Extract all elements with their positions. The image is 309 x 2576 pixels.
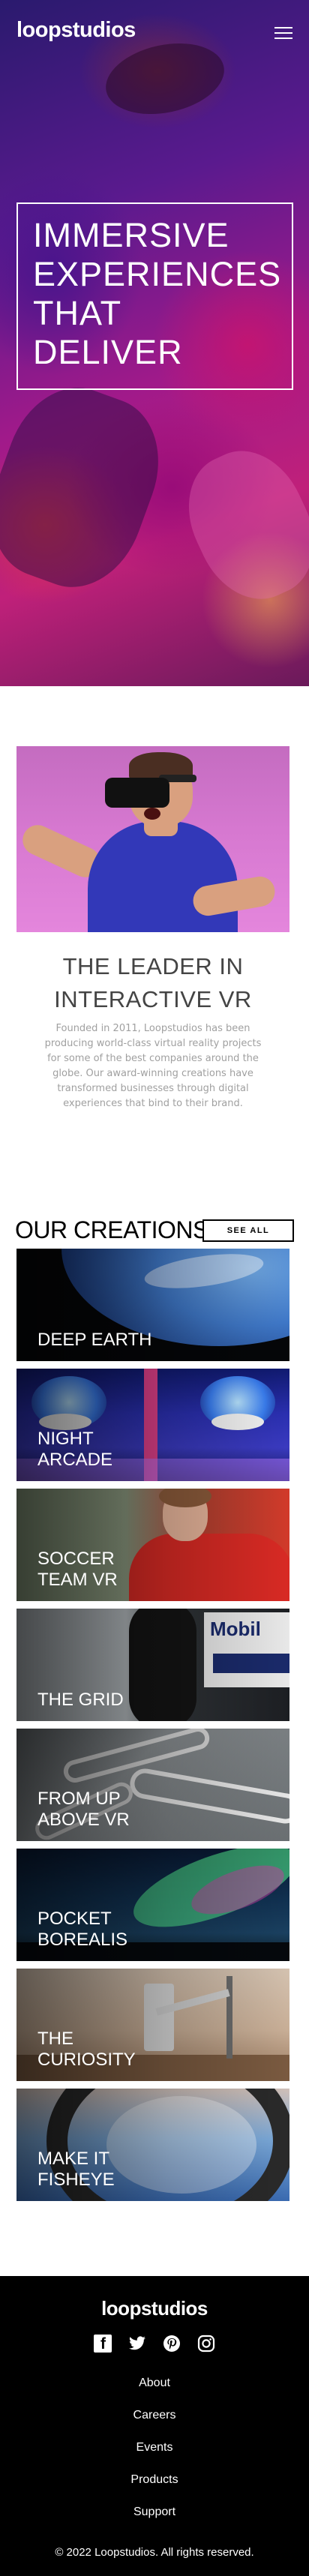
vr-user-image	[16, 746, 290, 932]
intro-text: Founded in 2011, Loopstudios has been pr…	[44, 1023, 262, 1109]
creation-card-label-line: TEAM VR	[38, 1570, 118, 1590]
creation-card-label-line: ABOVE VR	[38, 1810, 130, 1830]
footer: loopstudios About Careers Events Product…	[0, 2276, 309, 2576]
creation-card-soccer-team-vr[interactable]: SOCCER TEAM VR	[16, 1489, 290, 1601]
creation-card-night-arcade[interactable]: NIGHT ARCADE	[16, 1369, 290, 1481]
intro-title-line: THE LEADER IN	[62, 953, 244, 979]
see-all-button[interactable]: SEE ALL	[202, 1219, 294, 1242]
creation-card-label: POCKET BOREALIS	[38, 1909, 172, 1951]
footer-link-about[interactable]: About	[0, 2367, 309, 2399]
hero-title-box: IMMERSIVE EXPERIENCES THAT DELIVER	[16, 202, 293, 390]
creation-card-label: THE GRID	[38, 1690, 172, 1711]
hero-title-line: DELIVER	[33, 333, 183, 371]
logo[interactable]: loopstudios	[16, 18, 136, 43]
creation-card-label-line: THE	[38, 2029, 74, 2049]
hero-image-shape	[99, 33, 231, 124]
creation-card-label-line: POCKET	[38, 1909, 112, 1929]
creation-card-the-grid[interactable]: Mobil THE GRID	[16, 1609, 290, 1721]
hero-title-line: IMMERSIVE	[33, 216, 230, 254]
creation-card-label-line: FISHEYE	[38, 2170, 115, 2190]
creation-card-make-it-fisheye[interactable]: MAKE IT FISHEYE	[16, 2089, 290, 2201]
footer-link-events[interactable]: Events	[0, 2431, 309, 2464]
creation-card-label: DEEP EARTH	[38, 1330, 172, 1351]
creation-card-deep-earth[interactable]: DEEP EARTH	[16, 1249, 290, 1361]
creation-card-label-line: MAKE IT	[38, 2149, 110, 2169]
hero-title-line: EXPERIENCES	[33, 255, 282, 293]
vr-headset	[105, 778, 170, 808]
creation-card-label: SOCCER TEAM VR	[38, 1549, 172, 1591]
creation-card-label: NIGHT ARCADE	[38, 1429, 172, 1471]
copyright: © 2022 Loopstudios. All rights reserved.	[55, 2546, 254, 2559]
creation-card-label-line: CURIOSITY	[38, 2050, 136, 2070]
footer-link-support[interactable]: Support	[0, 2496, 309, 2528]
footer-link-careers[interactable]: Careers	[0, 2399, 309, 2431]
pinterest-icon[interactable]	[163, 2335, 181, 2353]
twitter-icon[interactable]	[128, 2335, 146, 2353]
creation-card-label-line: SOCCER	[38, 1549, 115, 1569]
creation-card-the-curiosity[interactable]: THE CURIOSITY	[16, 1969, 290, 2081]
hero-section: loopstudios IMMERSIVE EXPERIENCES THAT D…	[0, 0, 309, 686]
hero-title-line: THAT	[33, 294, 122, 332]
creation-card-label-line: BOREALIS	[38, 1930, 128, 1950]
creation-card-label: MAKE IT FISHEYE	[38, 2149, 172, 2191]
creation-card-label-line: FROM UP	[38, 1789, 121, 1809]
creation-card-label: THE CURIOSITY	[38, 2029, 172, 2071]
hero-image-shape	[168, 433, 309, 617]
facebook-icon[interactable]	[94, 2335, 112, 2353]
creation-card-label-line: THE GRID	[38, 1690, 124, 1710]
intro-title-line: INTERACTIVE VR	[54, 986, 252, 1012]
hero-title: IMMERSIVE EXPERIENCES THAT DELIVER	[33, 216, 292, 372]
creation-card-from-up-above-vr[interactable]: FROM UP ABOVE VR	[16, 1729, 290, 1841]
hamburger-menu-icon[interactable]	[274, 27, 292, 39]
intro-title: THE LEADER IN INTERACTIVE VR	[16, 950, 290, 1016]
instagram-icon[interactable]	[197, 2335, 215, 2353]
social-links	[0, 2335, 309, 2353]
footer-logo[interactable]: loopstudios	[0, 2297, 309, 2320]
footer-link-products[interactable]: Products	[0, 2464, 309, 2496]
creations-title: OUR CREATIONS	[15, 1216, 208, 1243]
creation-card-label: FROM UP ABOVE VR	[38, 1789, 172, 1831]
creation-card-label-line: DEEP EARTH	[38, 1330, 152, 1350]
creation-card-label-line: NIGHT	[38, 1429, 94, 1449]
hero-image-shape	[0, 370, 179, 605]
creation-card-label-line: ARCADE	[38, 1450, 113, 1470]
footer-nav: About Careers Events Products Support	[0, 2367, 309, 2528]
creation-card-pocket-borealis[interactable]: POCKET BOREALIS	[16, 1849, 290, 1961]
